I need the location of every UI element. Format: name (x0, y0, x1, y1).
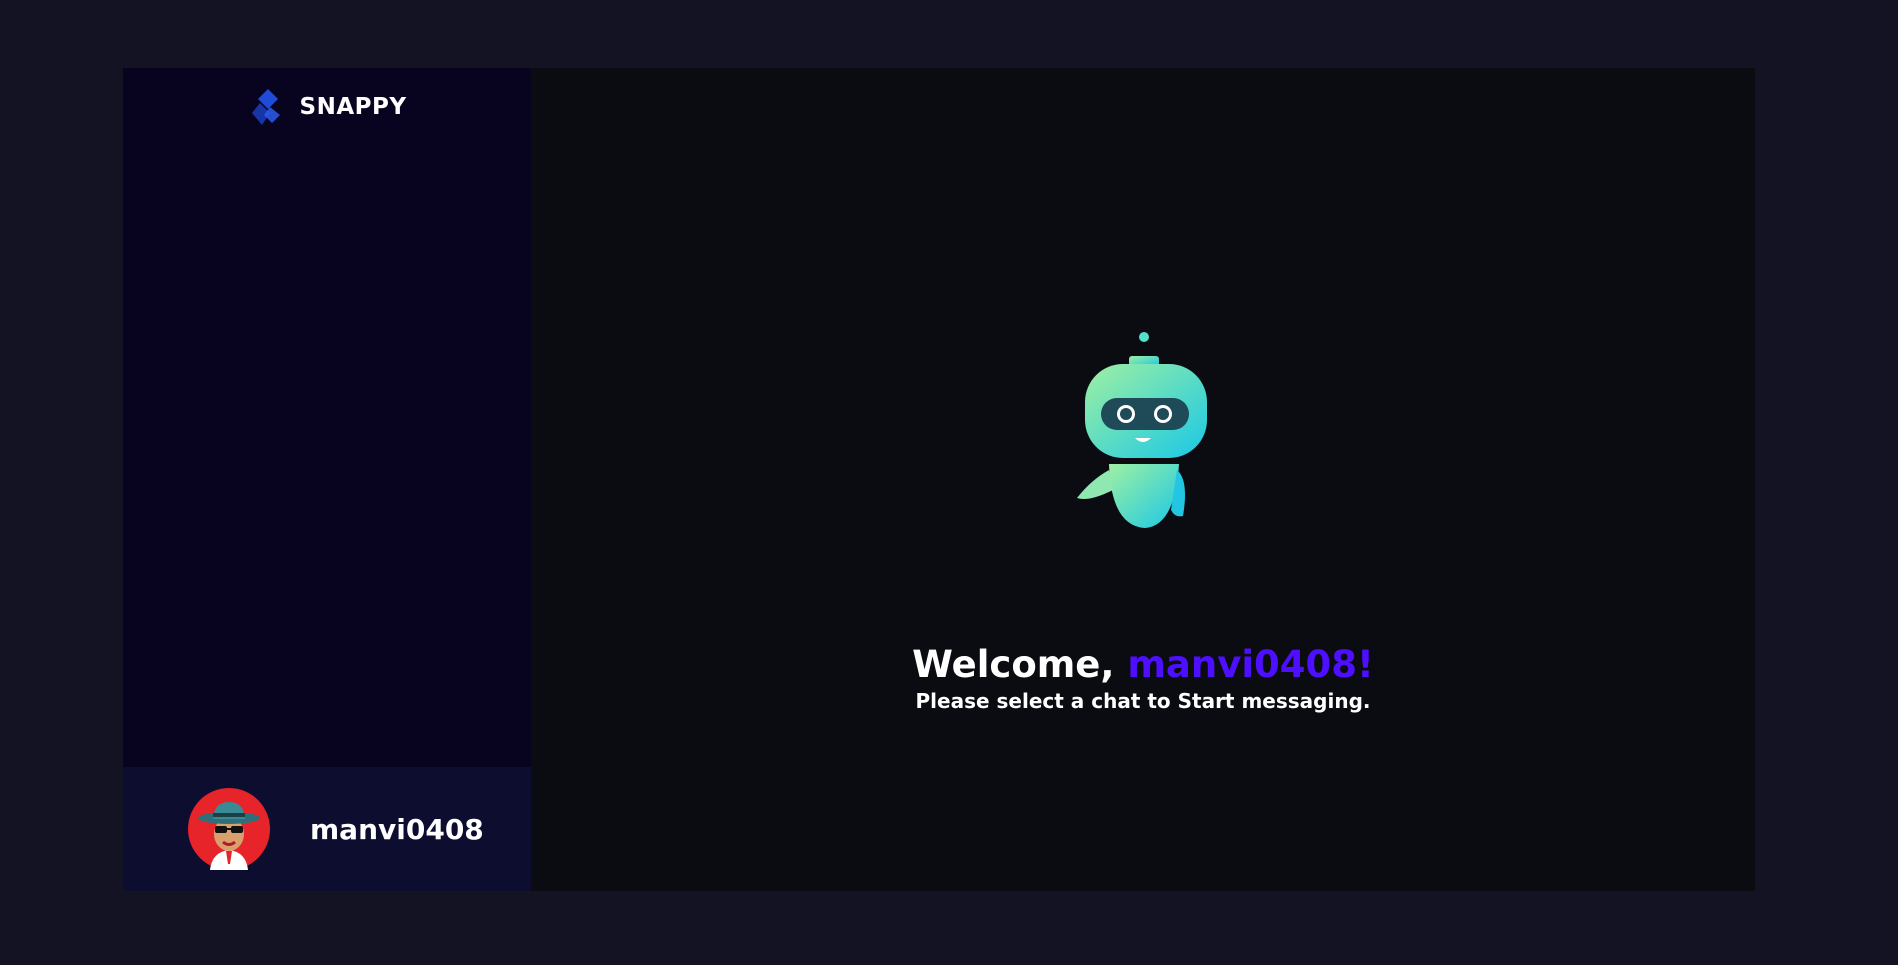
welcome-heading: Welcome, manvi0408! (531, 643, 1755, 687)
welcome-username: manvi0408! (1127, 643, 1374, 686)
welcome-panel: Welcome, manvi0408! Please select a chat… (531, 68, 1755, 891)
snappy-logo-icon (251, 88, 280, 125)
robot-icon (1077, 332, 1207, 528)
brand-name: SNAPPY (299, 93, 407, 120)
sidebar: SNAPPY manvi0408 (123, 68, 531, 891)
contacts-list[interactable] (123, 145, 531, 767)
chat-app-window: SNAPPY manvi0408 Welcome, manvi0408! Ple… (123, 68, 1755, 891)
current-username: manvi0408 (310, 812, 484, 846)
current-user-panel: manvi0408 (123, 767, 531, 891)
detective-avatar-icon (188, 788, 270, 870)
welcome-subtitle: Please select a chat to Start messaging. (915, 689, 1371, 713)
brand-header: SNAPPY (123, 68, 531, 145)
welcome-message: Welcome, manvi0408! Please select a chat… (531, 643, 1755, 713)
welcome-greeting: Welcome, (912, 643, 1128, 686)
